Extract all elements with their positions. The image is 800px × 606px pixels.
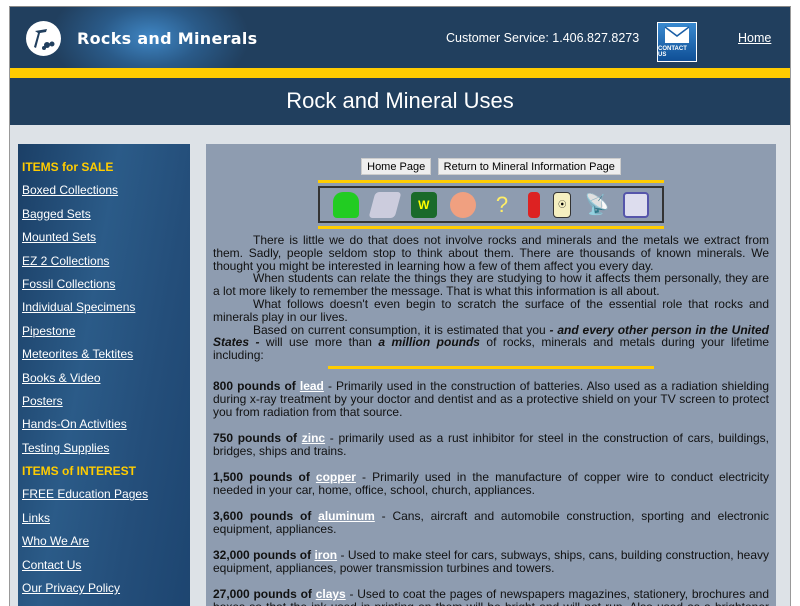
sidebar-item-individual-specimens[interactable]: Individual Specimens	[22, 299, 190, 322]
mineral-entry: 3,600 pounds of aluminum - Cans, aircraf…	[213, 508, 769, 536]
mineral-entry: 750 pounds of zinc - primarily used as a…	[213, 430, 769, 458]
car-icon[interactable]	[332, 191, 359, 218]
sidebar-item-hands-on-activities[interactable]: Hands-On Activities	[22, 416, 190, 439]
emphasis: a million pounds	[378, 335, 480, 350]
sidebar-item-fossil-collections[interactable]: Fossil Collections	[22, 276, 190, 299]
sidebar-heading-sale: ITEMS for SALE	[22, 160, 114, 174]
intro-paragraph: There is little we do that does not invo…	[213, 233, 769, 273]
mineral-entry: 1,500 pounds of copper - Primarily used …	[213, 469, 769, 497]
airplane-icon[interactable]	[449, 191, 476, 218]
text: will use more than	[259, 335, 379, 350]
mineral-link-iron[interactable]: iron	[314, 548, 337, 562]
mineral-link-copper[interactable]: copper	[316, 470, 356, 484]
page-title: Rock and Mineral Uses	[10, 78, 790, 125]
soda-can-icon[interactable]	[528, 191, 541, 218]
yellow-rule	[328, 365, 654, 369]
satellite-dish-icon[interactable]: 📡	[584, 192, 610, 218]
mineral-link-zinc[interactable]: zinc	[302, 431, 325, 445]
mineral-entry: 27,000 pounds of clays - Used to coat th…	[213, 586, 769, 606]
site-logo-text[interactable]: Rocks and Minerals	[77, 29, 258, 48]
sidebar-heading-interest: ITEMS of INTEREST	[22, 464, 136, 479]
fax-machine-icon[interactable]	[368, 191, 402, 218]
sidebar-nav: ITEMS for SALE Boxed Collections Bagged …	[18, 144, 190, 606]
mineral-amount: 32,000 pounds of	[213, 547, 315, 562]
mineral-amount: 27,000 pounds of	[213, 586, 316, 601]
return-mineral-info-button[interactable]: Return to Mineral Information Page	[437, 158, 621, 175]
customer-service-phone: Customer Service: 1.406.827.8273	[446, 31, 640, 45]
sidebar-item-books-video[interactable]: Books & Video	[22, 370, 190, 393]
yellow-divider	[10, 68, 790, 78]
mineral-link-clays[interactable]: clays	[316, 587, 346, 601]
sidebar-item-meteorites-tektites[interactable]: Meteorites & Tektites	[22, 346, 190, 369]
mineral-amount: 750 pounds of	[213, 430, 302, 445]
book-icon[interactable]: W	[410, 191, 437, 218]
main-content: Home Page Return to Mineral Information …	[206, 144, 776, 606]
mineral-link-aluminum[interactable]: aluminum	[318, 509, 375, 523]
mineral-link-lead[interactable]: lead	[300, 379, 324, 393]
contact-us-label: CONTACT US	[658, 46, 687, 58]
sidebar-item-links[interactable]: Links	[22, 510, 190, 533]
sidebar-item-free-education-pages[interactable]: FREE Education Pages	[22, 486, 190, 509]
yellow-rule	[318, 180, 664, 183]
contact-us-button[interactable]: CONTACT US	[657, 22, 697, 62]
computer-icon[interactable]	[623, 191, 650, 218]
home-link[interactable]: Home	[738, 31, 771, 45]
sidebar-item-mounted-sets[interactable]: Mounted Sets	[22, 229, 190, 252]
icon-bar: W ? ⦿ 📡	[318, 186, 664, 223]
intro-text: There is little we do that does not invo…	[213, 234, 769, 362]
sidebar-item-bagged-sets[interactable]: Bagged Sets	[22, 206, 190, 229]
sidebar-item-contact-us[interactable]: Contact Us	[22, 557, 190, 580]
intro-paragraph: What follows doesn't even begin to scrat…	[213, 296, 769, 324]
electrical-outlet-icon[interactable]: ⦿	[553, 191, 572, 218]
light-bulb-icon[interactable]: ?	[489, 192, 515, 218]
intro-paragraph: When students can relate the things they…	[213, 271, 769, 299]
mineral-entry: 32,000 pounds of iron - Used to make ste…	[213, 547, 769, 575]
sidebar-item-boxed-collections[interactable]: Boxed Collections	[22, 182, 190, 205]
sidebar-item-posters[interactable]: Posters	[22, 393, 190, 416]
pickaxe-logo-icon[interactable]	[26, 21, 61, 56]
sidebar-item-pipestone[interactable]: Pipestone	[22, 323, 190, 346]
sidebar-item-testing-supplies[interactable]: Testing Supplies	[22, 440, 190, 463]
intro-paragraph: Based on current consumption, it is esti…	[213, 323, 769, 362]
sidebar-item-ez2-collections[interactable]: EZ 2 Collections	[22, 253, 190, 276]
mineral-amount: 1,500 pounds of	[213, 469, 316, 484]
yellow-rule	[318, 226, 664, 229]
mineral-entry: 800 pounds of lead - Primarily used in t…	[213, 378, 769, 419]
envelope-icon	[664, 26, 690, 43]
mineral-amount: 3,600 pounds of	[213, 508, 319, 523]
page-frame: Rocks and Minerals Customer Service: 1.4…	[9, 6, 791, 606]
mineral-list: 800 pounds of lead - Primarily used in t…	[213, 378, 769, 606]
site-header: Rocks and Minerals Customer Service: 1.4…	[10, 7, 790, 97]
home-page-button[interactable]: Home Page	[361, 158, 432, 175]
sidebar-item-who-we-are[interactable]: Who We Are	[22, 533, 190, 556]
mineral-amount: 800 pounds of	[213, 378, 300, 393]
